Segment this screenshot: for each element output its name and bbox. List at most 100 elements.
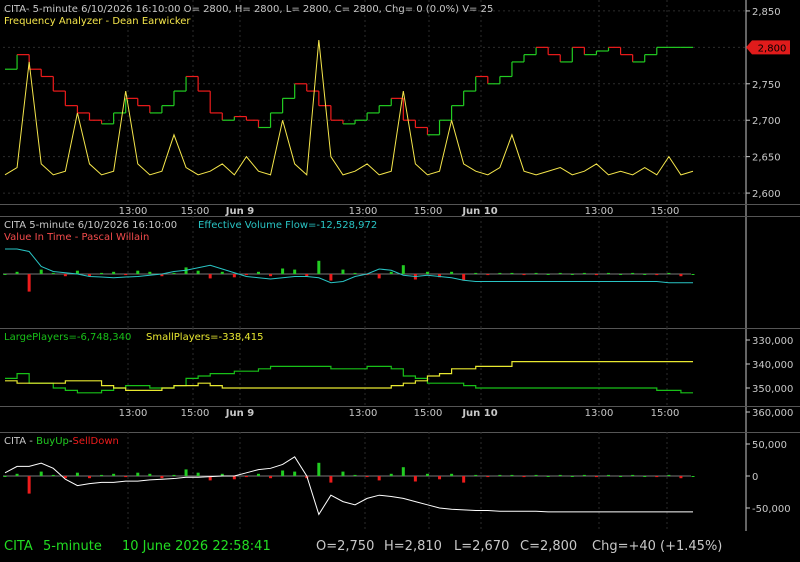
buy-sell-bar [39, 471, 43, 476]
players-axis-label: 350,000 [752, 384, 793, 395]
buy-sell-bar [27, 476, 31, 494]
status-low: L=2,670 [454, 539, 510, 554]
buy-sell-bar [474, 474, 478, 476]
value-in-time-bar [172, 272, 176, 274]
small-players-line [5, 361, 693, 391]
time-axis-label: Jun 10 [461, 408, 497, 419]
value-in-time-bar [498, 272, 502, 274]
buy-sell-bar [87, 476, 91, 479]
buy-sell-bar [329, 476, 333, 483]
panel2-subtitle: Value In Time - Pascal Willain [4, 232, 149, 243]
status-open: O=2,750 [316, 539, 375, 554]
value-in-time-bar [353, 272, 357, 274]
status-datetime: 10 June 2026 22:58:41 [122, 539, 271, 554]
buy-sell-bar [582, 474, 586, 476]
value-in-time-bar [329, 274, 333, 281]
buy-sell-bar [160, 476, 164, 479]
value-in-time-bar [100, 272, 104, 274]
value-in-time-bar [377, 274, 381, 279]
value-in-time-bar [136, 270, 140, 274]
value-in-time-bar [389, 271, 393, 274]
buy-sell-bar [100, 474, 104, 476]
price-axis-label: 2,750 [752, 80, 781, 91]
value-in-time-bar [546, 274, 550, 275]
buy-sell-bar [546, 476, 550, 477]
buy-sell-bar [594, 476, 598, 478]
panel4-title-part: SellDown [72, 436, 118, 447]
buyup-selldown-line [4, 456, 693, 516]
buy-sell-bar [607, 474, 611, 476]
value-in-time-bar [450, 271, 454, 274]
netflow-axis-label: 0 [752, 472, 758, 483]
panel1-subtitle: Frequency Analyzer - Dean Earwicker [4, 16, 191, 27]
frequency-analyzer-line [4, 40, 694, 176]
buy-sell-bar [655, 476, 659, 478]
value-in-time-bar [582, 272, 586, 274]
time-axis-label: 13:00 [349, 408, 378, 419]
buy-sell-bar [425, 473, 429, 476]
price-axis-label: 2,700 [752, 116, 781, 127]
buy-sell-bar [15, 473, 19, 476]
value-in-time-bar [244, 274, 248, 276]
buy-sell-bar [438, 476, 442, 480]
value-in-time-bar [570, 274, 574, 275]
value-in-time-bar [208, 274, 212, 279]
buy-sell-bar [643, 476, 647, 477]
buy-sell-bar [413, 476, 417, 482]
value-in-time-bar [594, 274, 598, 276]
value-in-time-bar [148, 271, 152, 274]
buy-sell-bar [293, 471, 297, 476]
value-in-time-bar [232, 274, 236, 278]
buy-sell-bar [679, 476, 683, 479]
buy-sell-bar [353, 474, 357, 476]
buy-sell-bar [51, 474, 55, 476]
panel4-title-part: CITA - [4, 436, 36, 447]
panel1-title: CITA- 5-minute 6/10/2026 16:10:00 O= 280… [4, 4, 493, 15]
price-axis-label: 2,850 [752, 7, 781, 18]
value-in-time-bar [667, 272, 671, 274]
value-in-time-bar [558, 272, 562, 274]
buy-sell-bar [498, 474, 502, 476]
value-in-time-bar [474, 272, 478, 274]
buy-sell-bar [389, 473, 393, 476]
buy-sell-bar [124, 476, 128, 478]
value-in-time-bar [196, 270, 200, 274]
buy-sell-bar [196, 472, 200, 476]
players-axis-label: 330,000 [752, 336, 793, 347]
buy-sell-bar [136, 472, 140, 476]
netflow-axis-label: 50,000 [752, 440, 787, 451]
value-in-time-bar [401, 265, 405, 274]
price-axis-label: 2,600 [752, 189, 781, 200]
buy-sell-bar [341, 471, 345, 476]
value-in-time-bar [27, 274, 31, 292]
value-in-time-bar [124, 274, 128, 276]
buy-sell-bar [667, 474, 671, 476]
buy-sell-bar [365, 476, 369, 478]
value-in-time-bar [679, 274, 683, 277]
small-players-label: SmallPlayers=-338,415 [146, 332, 263, 343]
time-axis-label: 15:00 [414, 206, 443, 217]
value-in-time-bar [51, 272, 55, 274]
value-in-time-bar [293, 269, 297, 274]
status-symbol: CITA [4, 539, 33, 554]
value-in-time-bar [317, 260, 321, 274]
value-in-time-bar [607, 272, 611, 274]
status-change: Chg=+40 (+1.45%) [592, 539, 723, 554]
buy-sell-bar [619, 476, 623, 477]
buy-sell-bar [75, 472, 79, 476]
buy-sell-bar [691, 476, 695, 477]
buy-sell-bar [462, 476, 466, 483]
buy-sell-bar [450, 473, 454, 476]
panel2-title: CITA 5-minute 6/10/2026 16:10:00 [4, 220, 177, 231]
value-in-time-bar [522, 274, 526, 276]
value-in-time-bar [269, 274, 273, 277]
value-in-time-bar [256, 271, 260, 274]
buy-sell-bar [631, 474, 635, 476]
buy-sell-bar [401, 467, 405, 476]
value-in-time-bar [112, 271, 116, 274]
value-in-time-bar [619, 274, 623, 275]
time-axis-label: Jun 9 [225, 206, 254, 217]
value-in-time-bar [63, 274, 67, 277]
time-axis-label: 13:00 [585, 408, 614, 419]
buy-sell-bar [269, 476, 273, 479]
